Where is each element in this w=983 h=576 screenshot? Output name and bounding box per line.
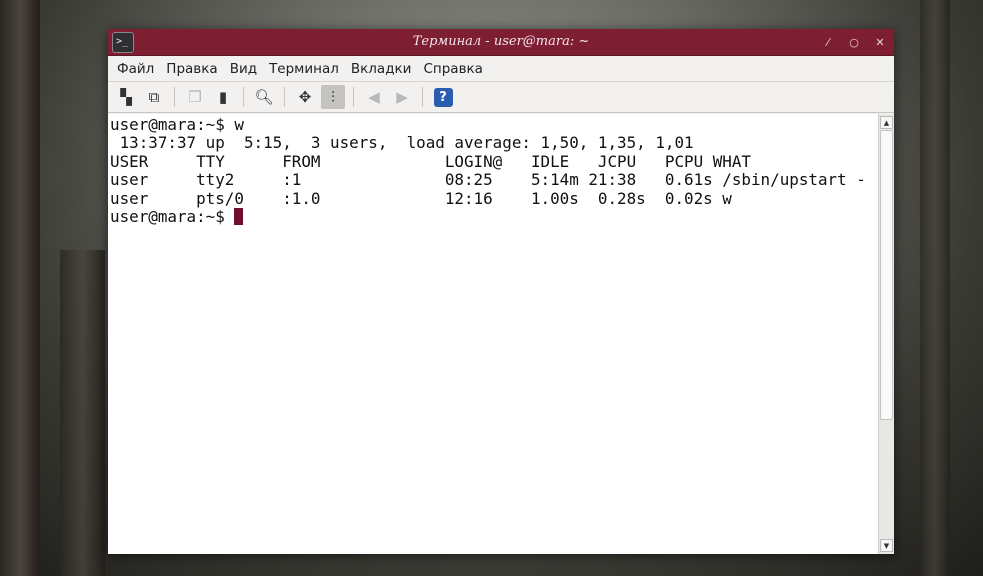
- background-tree: [0, 0, 40, 576]
- help-label: ?: [433, 87, 453, 107]
- fullscreen-icon[interactable]: ✥: [293, 85, 317, 109]
- close-button[interactable]: ✕: [872, 35, 888, 51]
- terminal-line: user tty2 :1 08:25 5:14m 21:38 0.61s /sb…: [110, 170, 866, 190]
- menu-bar: Файл Правка Вид Терминал Вкладки Справка: [108, 56, 894, 82]
- terminal-line: user pts/0 :1.0 12:16 1.00s 0.28s 0.02s …: [110, 188, 732, 208]
- terminal-line: 13:37:37 up 5:15, 3 users, load average:…: [110, 133, 694, 153]
- background-tree: [60, 250, 105, 576]
- next-tab-icon[interactable]: ▶: [390, 85, 414, 109]
- search-icon[interactable]: 🔍︎: [252, 85, 276, 109]
- scrollbar[interactable]: ▲ ▼: [878, 114, 894, 554]
- toolbar-separator: [353, 87, 354, 107]
- menu-file[interactable]: Файл: [111, 61, 160, 77]
- copy-icon[interactable]: ❐: [183, 85, 207, 109]
- background-tree: [920, 0, 950, 576]
- help-icon[interactable]: ?: [431, 85, 455, 109]
- scrollbar-thumb[interactable]: [880, 130, 893, 420]
- prompt-line: user@mara:~$: [110, 207, 878, 227]
- toolbar-separator: [422, 87, 423, 107]
- toolbar: ▚ ⧉ ❐ ▮ 🔍︎ ✥ ⫶ ◀ ▶ ?: [108, 82, 894, 113]
- toolbar-separator: [174, 87, 175, 107]
- paste-icon[interactable]: ▮: [211, 85, 235, 109]
- title-bar[interactable]: >_ Терминал - user@mara: ~ ⁄ ○ ✕: [108, 29, 894, 56]
- new-window-icon[interactable]: ⧉: [142, 85, 166, 109]
- menu-terminal[interactable]: Терминал: [263, 61, 345, 77]
- preferences-icon[interactable]: ⫶: [321, 85, 345, 109]
- window-title: Терминал - user@mara: ~: [412, 34, 590, 49]
- cursor: [234, 208, 244, 226]
- previous-tab-icon[interactable]: ◀: [362, 85, 386, 109]
- minimize-button[interactable]: ⁄: [820, 35, 836, 51]
- prompt: user@mara:~$: [110, 207, 235, 227]
- toolbar-separator: [243, 87, 244, 107]
- scroll-down-icon[interactable]: ▼: [880, 539, 893, 552]
- menu-help[interactable]: Справка: [417, 61, 488, 77]
- terminal-window: >_ Терминал - user@mara: ~ ⁄ ○ ✕ Файл Пр…: [108, 29, 894, 554]
- menu-view[interactable]: Вид: [224, 61, 263, 77]
- terminal-output[interactable]: user@mara:~$ w 13:37:37 up 5:15, 3 users…: [108, 114, 878, 554]
- maximize-button[interactable]: ○: [846, 35, 862, 51]
- scroll-up-icon[interactable]: ▲: [880, 116, 893, 129]
- new-tab-icon[interactable]: ▚: [114, 85, 138, 109]
- menu-edit[interactable]: Правка: [160, 61, 223, 77]
- toolbar-separator: [284, 87, 285, 107]
- terminal-line: USER TTY FROM LOGIN@ IDLE JCPU PCPU WHAT: [110, 151, 751, 171]
- menu-tabs[interactable]: Вкладки: [345, 61, 418, 77]
- terminal-line: user@mara:~$ w: [110, 115, 244, 134]
